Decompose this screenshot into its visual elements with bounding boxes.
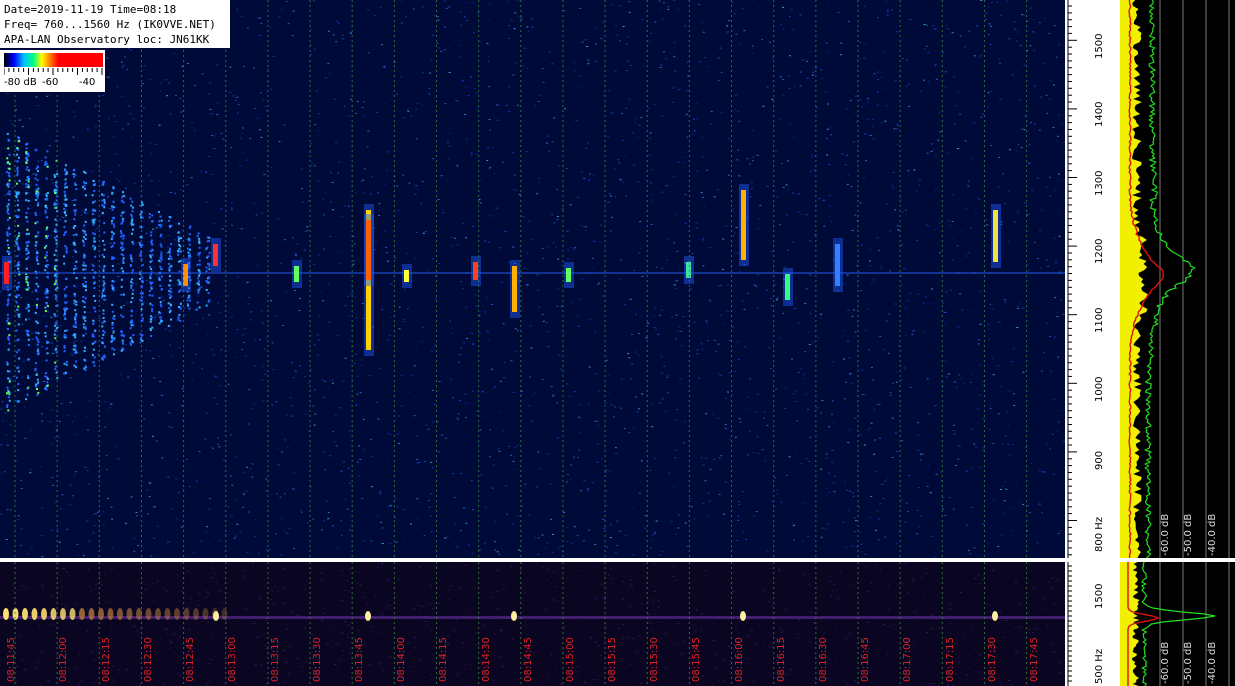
time-label: 08:14:00 bbox=[396, 637, 407, 682]
time-label: 08:15:00 bbox=[565, 637, 576, 682]
frequency-axis-bottom-ticks bbox=[1067, 562, 1072, 686]
colorbar-label-high: -40 bbox=[79, 77, 96, 88]
freq-label-800: 800 Hz bbox=[1094, 516, 1105, 552]
freq-label-bottom-1500: 1500 bbox=[1094, 583, 1105, 609]
db-label-bottom-50: -50.0 dB bbox=[1183, 641, 1194, 684]
time-grid bbox=[14, 0, 1028, 558]
time-label: 08:15:30 bbox=[649, 637, 660, 682]
time-label: 08:17:00 bbox=[902, 637, 913, 682]
time-label: 08:13:15 bbox=[270, 637, 281, 682]
info-header: Date=2019-11-19 Time=08:18 Freq= 760...1… bbox=[0, 0, 230, 48]
frequency-axis-bottom bbox=[1065, 562, 1120, 686]
spectrum-plot bbox=[1120, 0, 1230, 558]
time-label: 08:12:45 bbox=[185, 637, 196, 682]
freq-label-1100: 1100 bbox=[1094, 307, 1105, 333]
time-label: 08:16:00 bbox=[734, 637, 745, 682]
time-label: 08:16:15 bbox=[776, 637, 787, 682]
freq-label-1300: 1300 bbox=[1094, 170, 1105, 196]
main-spectrogram-plot bbox=[0, 0, 1065, 558]
observatory-line: APA-LAN Observatory loc: JN61KK bbox=[4, 33, 210, 46]
time-label: 08:11:45 bbox=[6, 637, 17, 682]
db-label-60: -60.0 dB bbox=[1160, 513, 1171, 556]
frequency-line: Freq= 760...1560 Hz (IK0VVE.NET) bbox=[4, 18, 216, 31]
db-label-40: -40.0 dB bbox=[1207, 513, 1218, 556]
time-label: 08:13:45 bbox=[354, 637, 365, 682]
freq-label-1400: 1400 bbox=[1094, 101, 1105, 127]
time-label: 08:12:00 bbox=[58, 637, 69, 682]
main-spectrogram bbox=[0, 0, 1065, 558]
colorbar-ticks bbox=[4, 68, 103, 75]
db-label-bottom-40: -40.0 dB bbox=[1207, 641, 1218, 684]
time-label: 08:14:15 bbox=[438, 637, 449, 682]
time-label: 08:15:45 bbox=[691, 637, 702, 682]
db-label-bottom-60: -60.0 dB bbox=[1160, 641, 1171, 684]
time-label: 08:17:45 bbox=[1029, 637, 1040, 682]
max-spectrum-line bbox=[1143, 0, 1196, 558]
time-label: 08:13:00 bbox=[227, 637, 238, 682]
freq-label-900: 900 bbox=[1094, 450, 1105, 470]
time-label: 08:17:30 bbox=[987, 637, 998, 682]
time-label: 08:16:45 bbox=[860, 637, 871, 682]
time-label: 08:13:30 bbox=[312, 637, 323, 682]
date-time-line: Date=2019-11-19 Time=08:18 bbox=[4, 3, 177, 16]
spectrum-panel bbox=[1120, 0, 1235, 558]
freq-label-1000: 1000 bbox=[1094, 376, 1105, 402]
frequency-axis-ticks bbox=[1067, 0, 1077, 558]
bottom-time-grid bbox=[14, 562, 1028, 686]
frequency-axis bbox=[1065, 0, 1120, 558]
time-label: 08:15:15 bbox=[607, 637, 618, 682]
colorbar-label-low: -80 dB bbox=[4, 77, 37, 88]
carrier-trace bbox=[0, 272, 1065, 274]
freq-label-1200: 1200 bbox=[1094, 238, 1105, 264]
bottom-echoes bbox=[3, 608, 998, 621]
time-label: 08:12:15 bbox=[101, 637, 112, 682]
freq-label-bottom-500: 500 Hz bbox=[1094, 648, 1105, 684]
colorbar-gradient bbox=[4, 53, 103, 67]
time-label: 08:14:30 bbox=[481, 637, 492, 682]
time-label: 08:16:30 bbox=[818, 637, 829, 682]
time-label: 08:12:30 bbox=[143, 637, 154, 682]
colorbar-label-mid: -60 bbox=[42, 77, 59, 88]
time-label: 08:17:15 bbox=[945, 637, 956, 682]
noise-floor-area bbox=[1120, 0, 1148, 558]
spectrogram-window: Date=2019-11-19 Time=08:18 Freq= 760...1… bbox=[0, 0, 1235, 686]
colorbar-legend: -80 dB -60 -40 bbox=[0, 50, 105, 92]
time-label: 08:14:45 bbox=[523, 637, 534, 682]
db-label-50: -50.0 dB bbox=[1183, 513, 1194, 556]
freq-label-1500: 1500 bbox=[1094, 33, 1105, 59]
